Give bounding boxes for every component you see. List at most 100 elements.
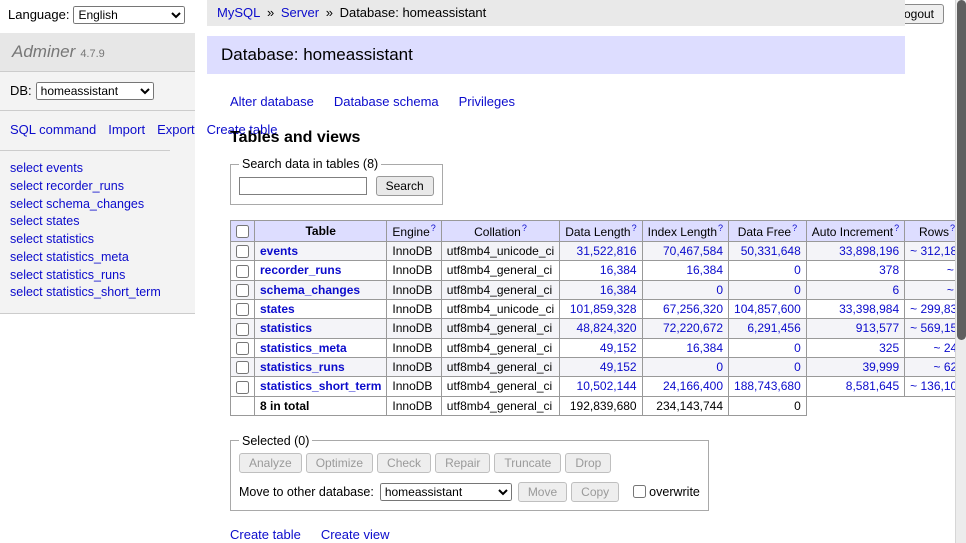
move-label: Move to other database: — [239, 485, 374, 499]
table-name-link[interactable]: statistics_runs — [260, 360, 345, 374]
data-length-cell: 10,502,144 — [560, 377, 642, 396]
index-length-link[interactable]: 67,256,320 — [663, 302, 723, 316]
move-db-select[interactable]: homeassistant — [380, 483, 512, 501]
data-length-link[interactable]: 16,384 — [600, 283, 637, 297]
data-free-cell: 188,743,680 — [729, 377, 807, 396]
sidebar-item-select-recorder-runs[interactable]: select recorder_runs — [10, 178, 185, 196]
check-button[interactable]: Check — [377, 453, 431, 473]
data-length-link[interactable]: 49,152 — [600, 341, 637, 355]
index-length-link[interactable]: 16,384 — [686, 341, 723, 355]
table-name-link[interactable]: schema_changes — [260, 283, 360, 297]
truncate-button[interactable]: Truncate — [494, 453, 561, 473]
table-name-link[interactable]: statistics_meta — [260, 341, 347, 355]
index-length-link[interactable]: 70,467,584 — [663, 244, 723, 258]
tables-overview-table: TableEngine?Collation?Data Length?Index … — [230, 220, 966, 416]
index-length-cell: 0 — [642, 280, 728, 299]
index-length-link[interactable]: 72,220,672 — [663, 321, 723, 335]
sidebar-item-select-statistics[interactable]: select statistics — [10, 231, 185, 249]
auto-increment-link[interactable]: 325 — [879, 341, 899, 355]
drop-button[interactable]: Drop — [565, 453, 611, 473]
table-name-link[interactable]: statistics_short_term — [260, 379, 381, 393]
link-create-view[interactable]: Create view — [321, 527, 390, 542]
data-free-link[interactable]: 0 — [794, 341, 801, 355]
link-create-table[interactable]: Create table — [230, 527, 301, 542]
sidebar-item-select-statistics-short-term[interactable]: select statistics_short_term — [10, 284, 185, 302]
table-name-link[interactable]: recorder_runs — [260, 263, 341, 277]
data-free-link[interactable]: 0 — [794, 283, 801, 297]
column-help-link[interactable]: ? — [792, 223, 797, 233]
auto-increment-link[interactable]: 39,999 — [862, 360, 899, 374]
table-foot: 8 in totalInnoDButf8mb4_general_ci192,83… — [231, 396, 966, 415]
search-button[interactable]: Search — [376, 176, 434, 196]
row-checkbox[interactable] — [236, 342, 249, 355]
copy-button[interactable]: Copy — [571, 482, 619, 502]
data-length-link[interactable]: 10,502,144 — [577, 379, 637, 393]
row-checkbox[interactable] — [236, 245, 249, 258]
language-select[interactable]: English — [73, 6, 185, 24]
data-length-link[interactable]: 16,384 — [600, 263, 637, 277]
overwrite-checkbox[interactable] — [633, 485, 646, 498]
auto-increment-link[interactable]: 8,581,645 — [846, 379, 899, 393]
repair-button[interactable]: Repair — [435, 453, 490, 473]
search-input[interactable] — [239, 177, 367, 195]
row-checkbox[interactable] — [236, 303, 249, 316]
column-help-link[interactable]: ? — [894, 223, 899, 233]
data-free-link[interactable]: 0 — [794, 360, 801, 374]
sidebar-item-select-states[interactable]: select states — [10, 213, 185, 231]
index-length-link[interactable]: 24,166,400 — [663, 379, 723, 393]
index-length-link[interactable]: 0 — [716, 360, 723, 374]
table-row-schema-changes: schema_changesInnoDButf8mb4_general_ci16… — [231, 280, 966, 299]
db-nav-database-schema[interactable]: Database schema — [334, 94, 439, 109]
row-checkbox[interactable] — [236, 381, 249, 394]
data-free-link[interactable]: 50,331,648 — [741, 244, 801, 258]
table-head: TableEngine?Collation?Data Length?Index … — [231, 221, 966, 242]
app-version: 4.7.9 — [80, 48, 104, 60]
row-checkbox-cell — [231, 261, 255, 280]
sidebar-item-select-statistics-meta[interactable]: select statistics_meta — [10, 249, 185, 267]
move-button[interactable]: Move — [518, 482, 567, 502]
auto-increment-link[interactable]: 913,577 — [856, 321, 899, 335]
data-free-link[interactable]: 104,857,600 — [734, 302, 801, 316]
table-name-link[interactable]: statistics — [260, 321, 312, 335]
sidebar-action-export[interactable]: Export — [157, 122, 195, 137]
data-length-link[interactable]: 48,824,320 — [577, 321, 637, 335]
row-checkbox[interactable] — [236, 284, 249, 297]
scrollbar-thumb[interactable] — [957, 0, 966, 340]
column-help-link[interactable]: ? — [431, 223, 436, 233]
index-length-cell: 0 — [642, 357, 728, 376]
sidebar-item-select-schema-changes[interactable]: select schema_changes — [10, 196, 185, 214]
auto-increment-link[interactable]: 33,398,984 — [839, 302, 899, 316]
vertical-scrollbar[interactable] — [955, 0, 966, 543]
table-name-link[interactable]: events — [260, 244, 298, 258]
data-length-link[interactable]: 49,152 — [600, 360, 637, 374]
sidebar-item-select-statistics-runs[interactable]: select statistics_runs — [10, 267, 185, 285]
breadcrumb-link-mysql[interactable]: MySQL — [217, 5, 260, 20]
analyze-button[interactable]: Analyze — [239, 453, 302, 473]
db-nav-alter-database[interactable]: Alter database — [230, 94, 314, 109]
select-all-checkbox[interactable] — [236, 225, 249, 238]
data-length-link[interactable]: 31,522,816 — [577, 244, 637, 258]
optimize-button[interactable]: Optimize — [306, 453, 373, 473]
row-checkbox[interactable] — [236, 361, 249, 374]
data-free-link[interactable]: 188,743,680 — [734, 379, 801, 393]
data-free-link[interactable]: 0 — [794, 263, 801, 277]
auto-increment-link[interactable]: 6 — [892, 283, 899, 297]
breadcrumb-link-server[interactable]: Server — [281, 5, 319, 20]
auto-increment-link[interactable]: 378 — [879, 263, 899, 277]
auto-increment-link[interactable]: 33,898,196 — [839, 244, 899, 258]
column-help-link[interactable]: ? — [522, 223, 527, 233]
row-checkbox[interactable] — [236, 323, 249, 336]
db-nav-privileges[interactable]: Privileges — [459, 94, 515, 109]
data-free-link[interactable]: 6,291,456 — [747, 321, 800, 335]
db-select[interactable]: homeassistant — [36, 82, 154, 100]
index-length-link[interactable]: 0 — [716, 283, 723, 297]
sidebar-item-select-events[interactable]: select events — [10, 160, 185, 178]
column-help-link[interactable]: ? — [632, 223, 637, 233]
index-length-link[interactable]: 16,384 — [686, 263, 723, 277]
data-length-link[interactable]: 101,859,328 — [570, 302, 637, 316]
column-help-link[interactable]: ? — [718, 223, 723, 233]
sidebar-action-import[interactable]: Import — [108, 122, 145, 137]
row-checkbox[interactable] — [236, 265, 249, 278]
sidebar-action-sql-command[interactable]: SQL command — [10, 122, 96, 137]
table-name-link[interactable]: states — [260, 302, 295, 316]
